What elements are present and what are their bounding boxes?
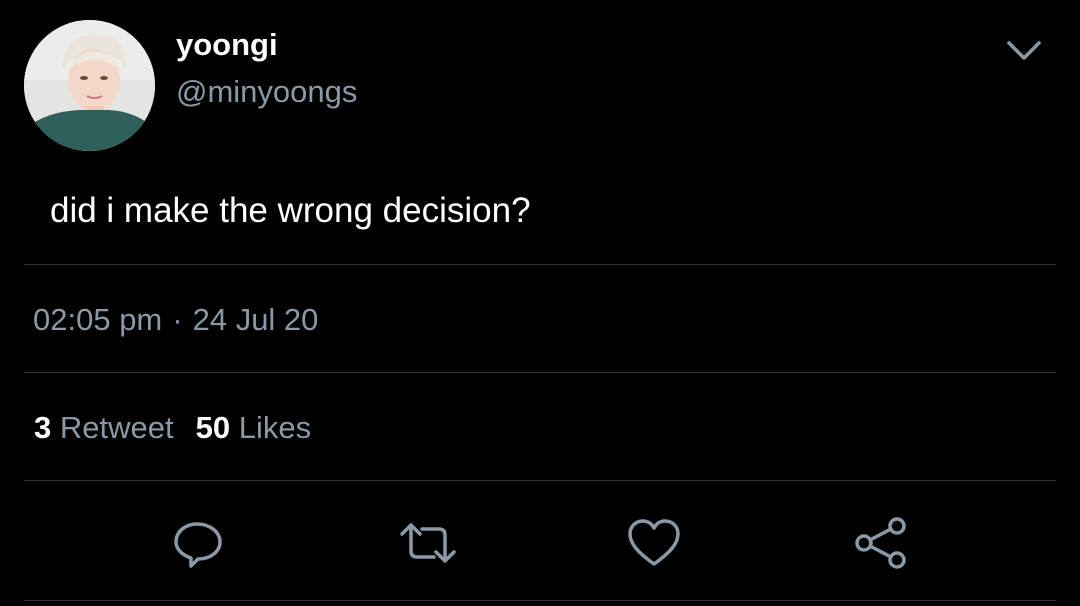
tweet-text: did i make the wrong decision? (50, 191, 531, 230)
display-name[interactable]: yoongi (176, 27, 278, 63)
likes-label: Likes (238, 410, 312, 445)
tweet-time: 02:05 pm (33, 302, 163, 337)
likes-count: 50 (195, 410, 231, 445)
user-handle[interactable]: @minyoongs (176, 74, 357, 110)
reply-icon (174, 522, 222, 568)
tweet-date: 24 Jul 20 (192, 302, 319, 337)
divider (24, 480, 1056, 481)
meta-separator: · (172, 302, 183, 337)
retweet-stat[interactable]: 3 Retweet (34, 410, 174, 445)
divider (24, 264, 1056, 265)
share-button[interactable] (852, 513, 912, 573)
retweet-button[interactable] (398, 513, 458, 573)
retweet-label: Retweet (59, 410, 174, 445)
avatar[interactable] (24, 20, 155, 151)
heart-icon (628, 519, 680, 566)
tweet-detail: yoongi @minyoongs did i make the wrong d… (0, 0, 1080, 606)
retweet-count: 3 (34, 410, 52, 445)
share-icon (855, 517, 906, 569)
reply-button[interactable] (168, 513, 228, 573)
tweet-timestamp[interactable]: 02:05 pm · 24 Jul 20 (33, 301, 318, 339)
like-button[interactable] (624, 513, 684, 573)
divider (24, 372, 1056, 373)
retweet-icon (400, 523, 456, 563)
more-options-button[interactable] (1004, 36, 1044, 66)
avatar-image (24, 20, 155, 151)
divider (24, 600, 1056, 601)
chevron-down-icon (1007, 41, 1041, 60)
engagement-stats: 3 Retweet 50 Likes (34, 409, 311, 447)
likes-stat[interactable]: 50 Likes (196, 410, 311, 445)
